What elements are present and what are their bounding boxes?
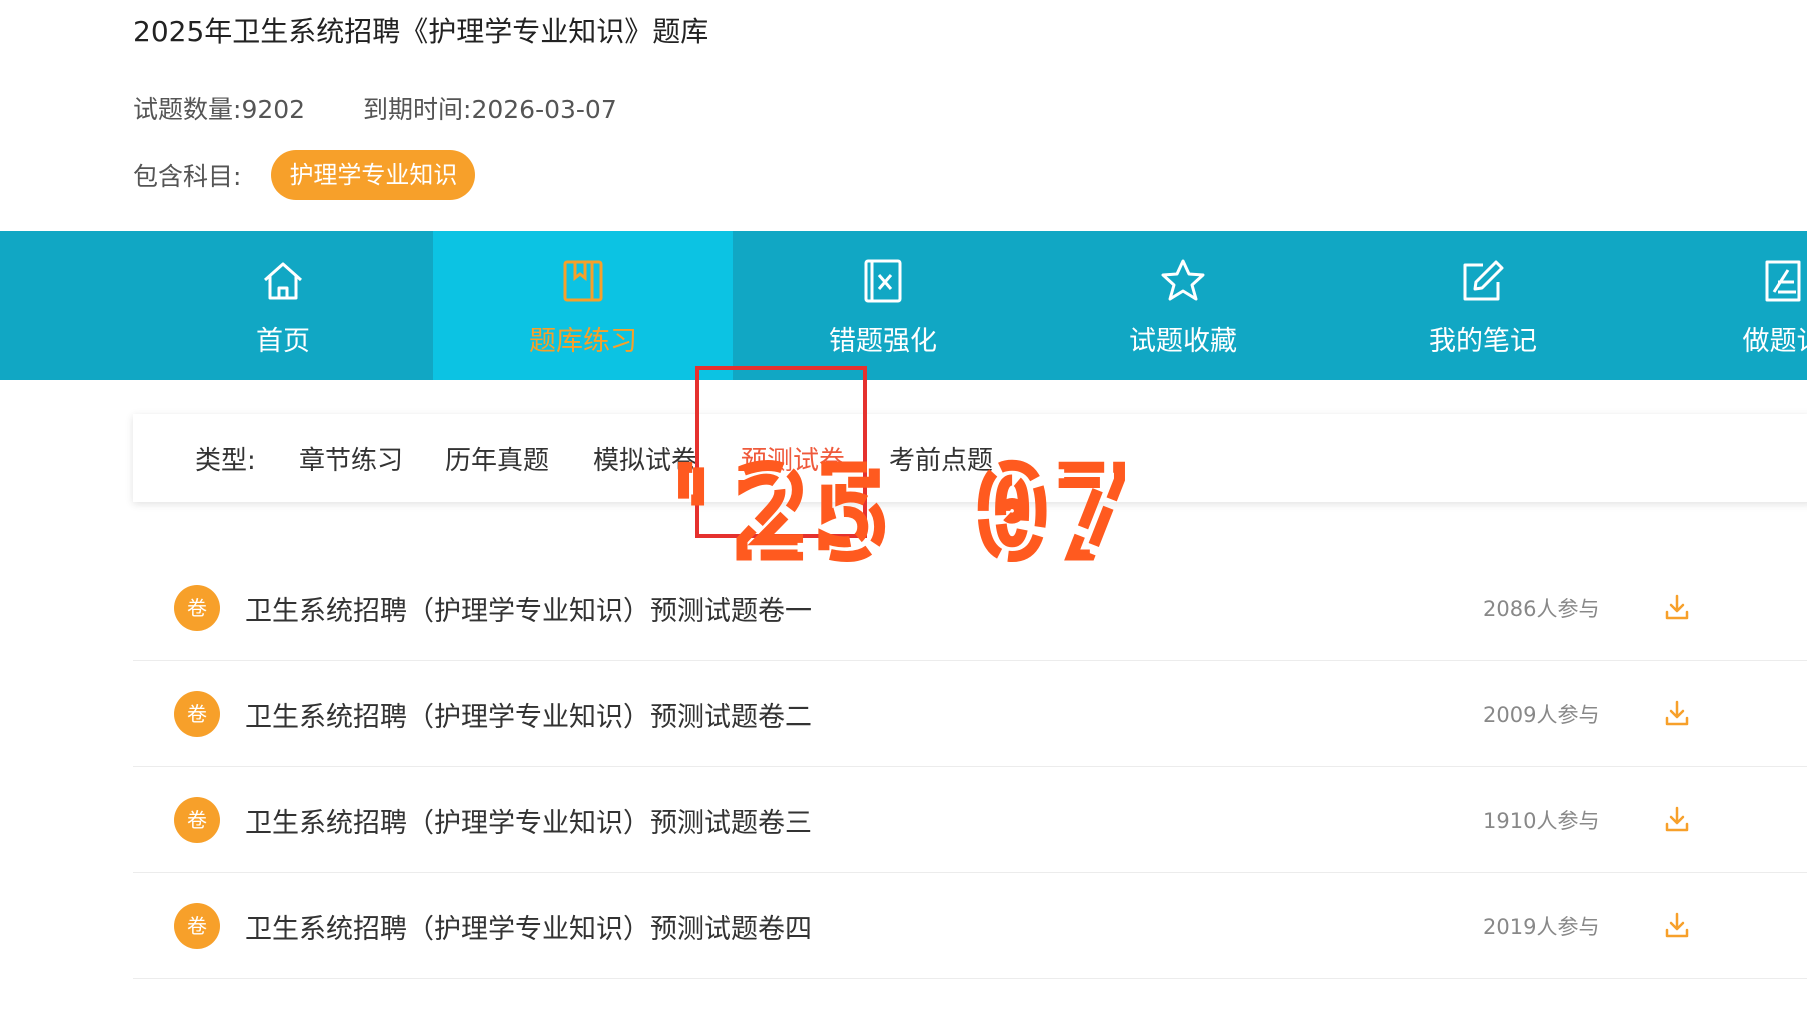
participant-count: 2086人参与 — [1483, 597, 1600, 621]
question-count-label: 试题数量: — [133, 95, 242, 124]
subject-row: 包含科目: 护理学专业知识 — [133, 150, 476, 200]
type-filter-label: 类型: — [195, 446, 256, 476]
question-count-value: 9202 — [241, 95, 306, 124]
nav-label: 首页 — [256, 326, 310, 357]
record-icon — [1765, 260, 1801, 302]
list-item[interactable]: 卷 卫生系统招聘（护理学专业知识）预测试题卷二 2009人参与 — [133, 661, 1807, 767]
nav-label: 错题强化 — [829, 326, 937, 357]
nav-label: 做题记 — [1742, 326, 1807, 357]
subject-chip[interactable]: 护理学专业知识 — [271, 150, 476, 200]
meta-row: 试题数量:9202 到期时间:2026-03-07 — [133, 90, 667, 126]
nav-item-home[interactable]: 首页 — [133, 231, 433, 380]
wrong-question-icon — [864, 259, 902, 303]
download-icon[interactable] — [1663, 911, 1691, 939]
paper-title[interactable]: 卫生系统招聘（护理学专业知识）预测试题卷四 — [245, 907, 812, 946]
type-tab-mock-exams[interactable]: 模拟试卷 — [593, 440, 697, 477]
page-title: 2025年卫生系统招聘《护理学专业知识》题库 — [133, 15, 709, 48]
participant-count: 2009人参与 — [1483, 703, 1600, 727]
download-icon[interactable] — [1663, 805, 1691, 833]
list-item[interactable]: 卷 卫生系统招聘（护理学专业知识）预测试题卷四 2019人参与 — [133, 873, 1807, 979]
book-icon — [563, 260, 603, 302]
type-tab-past-exams[interactable]: 历年真题 — [445, 440, 549, 477]
type-filter-bar: 类型: 章节练习 历年真题 模拟试卷 预测试卷 考前点题 — [133, 414, 1807, 502]
participant-count: 1910人参与 — [1483, 809, 1600, 833]
subjects-label: 包含科目: — [133, 162, 242, 191]
paper-list: 卷 卫生系统招聘（护理学专业知识）预测试题卷一 2086人参与 卷 卫生系统招聘… — [133, 555, 1807, 979]
paper-badge: 卷 — [174, 585, 220, 631]
nav-item-notes[interactable]: 我的笔记 — [1333, 231, 1633, 380]
download-icon[interactable] — [1663, 699, 1691, 727]
paper-badge: 卷 — [174, 903, 220, 949]
question-count: 试题数量:9202 — [133, 90, 305, 126]
expiry-date: 到期时间:2026-03-07 — [363, 90, 617, 126]
highlight-box — [695, 366, 867, 538]
expiry-label: 到期时间: — [363, 95, 472, 124]
paper-title[interactable]: 卫生系统招聘（护理学专业知识）预测试题卷一 — [245, 589, 812, 628]
nav-label: 题库练习 — [529, 326, 637, 357]
paper-title[interactable]: 卫生系统招聘（护理学专业知识）预测试题卷三 — [245, 801, 812, 840]
nav-item-wrong-questions[interactable]: 错题强化 — [733, 231, 1033, 380]
note-edit-icon — [1463, 260, 1504, 301]
nav-label: 试题收藏 — [1129, 326, 1237, 357]
type-tab-pre-exam-tips[interactable]: 考前点题 — [889, 440, 993, 477]
list-item[interactable]: 卷 卫生系统招聘（护理学专业知识）预测试题卷一 2086人参与 — [133, 555, 1807, 661]
paper-badge: 卷 — [174, 691, 220, 737]
type-tab-chapter-practice[interactable]: 章节练习 — [299, 440, 403, 477]
nav-label: 我的笔记 — [1429, 326, 1537, 357]
home-icon — [264, 262, 302, 300]
paper-title[interactable]: 卫生系统招聘（护理学专业知识）预测试题卷二 — [245, 695, 812, 734]
nav-item-records[interactable]: 做题记 — [1633, 231, 1807, 380]
nav-item-favorites[interactable]: 试题收藏 — [1033, 231, 1333, 380]
participant-count: 2019人参与 — [1483, 915, 1600, 939]
nav-item-question-bank[interactable]: 题库练习 — [433, 231, 733, 380]
list-item[interactable]: 卷 卫生系统招聘（护理学专业知识）预测试题卷三 1910人参与 — [133, 767, 1807, 873]
main-nav-bar: 首页 题库练习 错题强化 试题收藏 我的笔记 做题 — [0, 231, 1807, 380]
star-icon — [1161, 259, 1205, 301]
expiry-value: 2026-03-07 — [471, 95, 617, 124]
download-icon[interactable] — [1663, 593, 1691, 621]
paper-badge: 卷 — [174, 797, 220, 843]
